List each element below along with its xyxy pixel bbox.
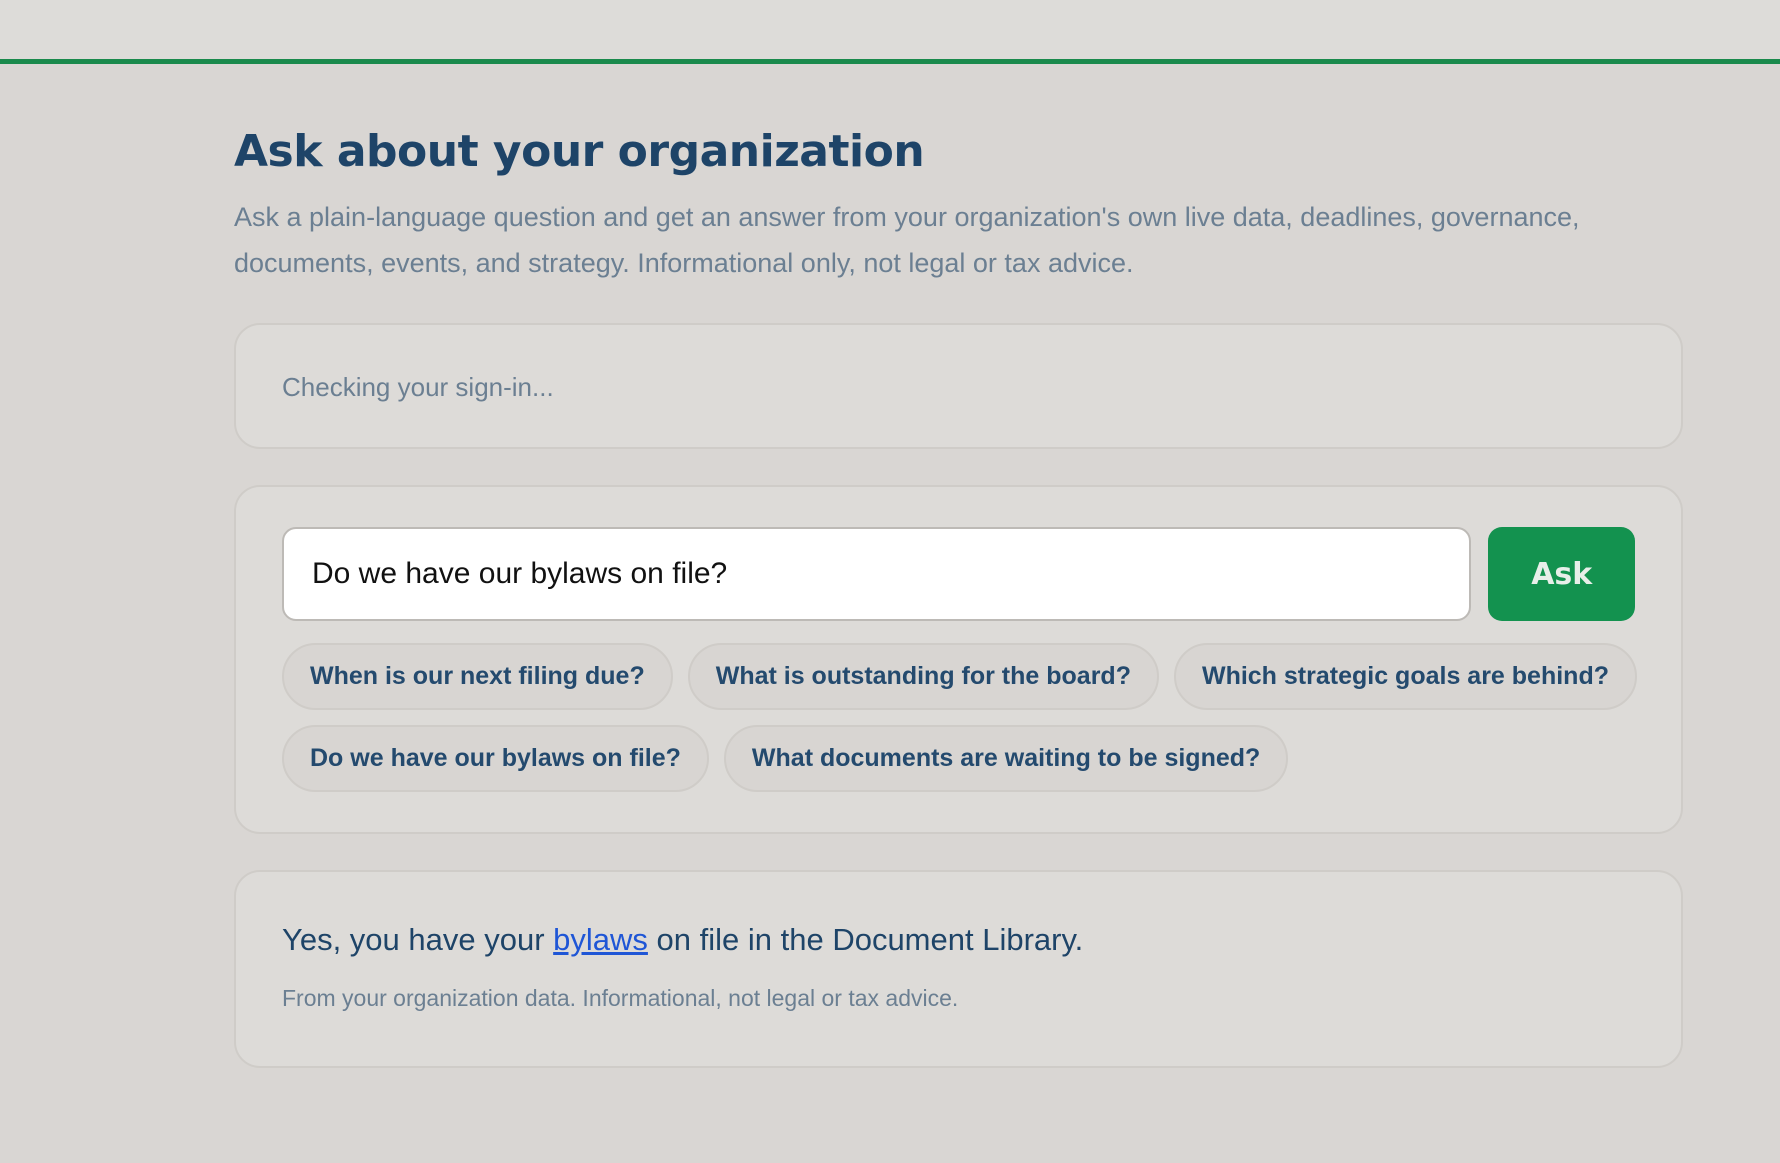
suggestion-chip-bylaws[interactable]: Do we have our bylaws on file? (282, 725, 709, 792)
answer-text-before: Yes, you have your (282, 922, 554, 957)
suggestion-chip-next-filing[interactable]: When is our next filing due? (282, 643, 673, 710)
suggestion-chip-board-outstanding[interactable]: What is outstanding for the board? (687, 643, 1159, 710)
ask-button[interactable]: Ask (1488, 527, 1635, 621)
question-card: Ask When is our next filing due? What is… (234, 485, 1683, 834)
suggestion-chip-goals-behind[interactable]: Which strategic goals are behind? (1173, 643, 1637, 710)
page-title: Ask about your organization (234, 126, 925, 177)
signin-status-text: Checking your sign-in... (282, 372, 554, 402)
main-content: Ask about your organization Ask a plain-… (234, 120, 1683, 1068)
answer-disclaimer: From your organization data. Information… (282, 985, 959, 1011)
suggestion-chips: When is our next filing due? What is out… (282, 643, 1642, 792)
question-input[interactable] (282, 527, 1472, 621)
answer-text: Yes, you have your bylaws on file in the… (282, 918, 1635, 962)
answer-card: Yes, you have your bylaws on file in the… (234, 870, 1683, 1068)
signin-status-card: Checking your sign-in... (234, 323, 1683, 449)
bylaws-link[interactable]: bylaws (553, 922, 648, 957)
answer-text-after: on file in the Document Library. (647, 922, 1084, 957)
top-bar (0, 0, 1780, 64)
question-row: Ask (282, 527, 1635, 621)
page-subtitle: Ask a plain-language question and get an… (234, 202, 1580, 278)
suggestion-chip-documents-to-sign[interactable]: What documents are waiting to be signed? (723, 725, 1289, 792)
